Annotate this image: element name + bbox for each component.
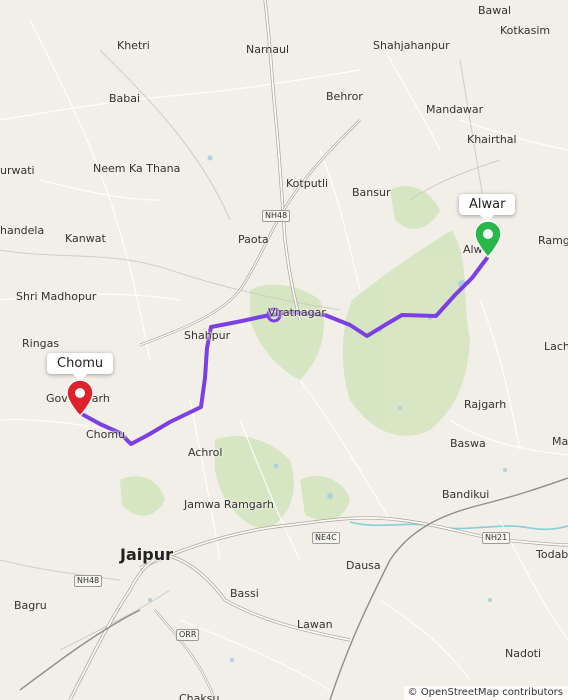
attribution-link[interactable]: OpenStreetMap contributors (421, 687, 563, 698)
destination-marker-label: Alwar (459, 194, 516, 215)
place-label: Achrol (188, 446, 223, 459)
place-label: Shahpur (184, 329, 231, 342)
place-label: Dausa (346, 559, 381, 572)
place-label: Chaksu (179, 692, 220, 700)
place-label: Neem Ka Thana (93, 162, 181, 175)
place-label: Kotputli (286, 177, 329, 190)
road-shield: ORR (176, 629, 200, 641)
place-label: handela (0, 224, 45, 237)
road-shield: NH48 (74, 575, 103, 587)
place-label: Shri Madhopur (16, 290, 97, 303)
place-label: Nadoti (505, 647, 542, 660)
place-label: Bawal (478, 4, 512, 17)
place-label: Bandikui (442, 488, 490, 501)
origin-marker-pin-icon[interactable] (66, 379, 94, 417)
place-label: Shahjahanpur (373, 39, 450, 52)
road-shield: NH48 (262, 210, 291, 222)
place-label: Khairthal (467, 133, 517, 146)
place-label: urwati (0, 164, 35, 177)
place-label: Rajgarh (464, 398, 507, 411)
place-label: Ringas (22, 337, 60, 350)
place-label: Lachh (544, 340, 568, 353)
place-label: Mandawar (426, 103, 484, 116)
origin-marker-label: Chomu (47, 353, 114, 374)
place-label: Bansur (352, 186, 391, 199)
map-attribution: © OpenStreetMap contributors (403, 686, 568, 700)
road-shield: NE4C (312, 532, 340, 544)
map-canvas[interactable]: Narnaul Bawal Kotkasim Khetri Shahjahanp… (0, 0, 568, 700)
road-shield: NH21 (482, 532, 511, 544)
copyright-symbol: © (407, 687, 418, 698)
destination-marker-pin-icon[interactable] (474, 220, 502, 258)
place-label: Ma (552, 435, 568, 448)
place-label: Kanwat (65, 232, 106, 245)
place-label: Bassi (230, 587, 259, 600)
place-label: Viratnagar (268, 306, 326, 319)
place-label: Jamwa Ramgarh (184, 498, 274, 511)
place-label: Lawan (297, 618, 333, 631)
place-label: Todab (536, 548, 568, 561)
place-label: Behror (326, 90, 363, 103)
place-label-city: Jaipur (120, 545, 173, 564)
place-label: Kotkasim (500, 24, 551, 37)
place-label: Baswa (450, 437, 486, 450)
place-label: Khetri (117, 39, 150, 52)
place-label: Chomu (86, 428, 126, 441)
place-label: Babai (109, 92, 141, 105)
canal-line (349, 521, 568, 531)
terrain-layer (120, 186, 470, 530)
place-label: Paota (238, 233, 269, 246)
railways (19, 477, 568, 700)
place-label: Ramg (538, 234, 568, 247)
place-label: Bagru (14, 599, 47, 612)
place-label: Narnaul (246, 43, 290, 56)
